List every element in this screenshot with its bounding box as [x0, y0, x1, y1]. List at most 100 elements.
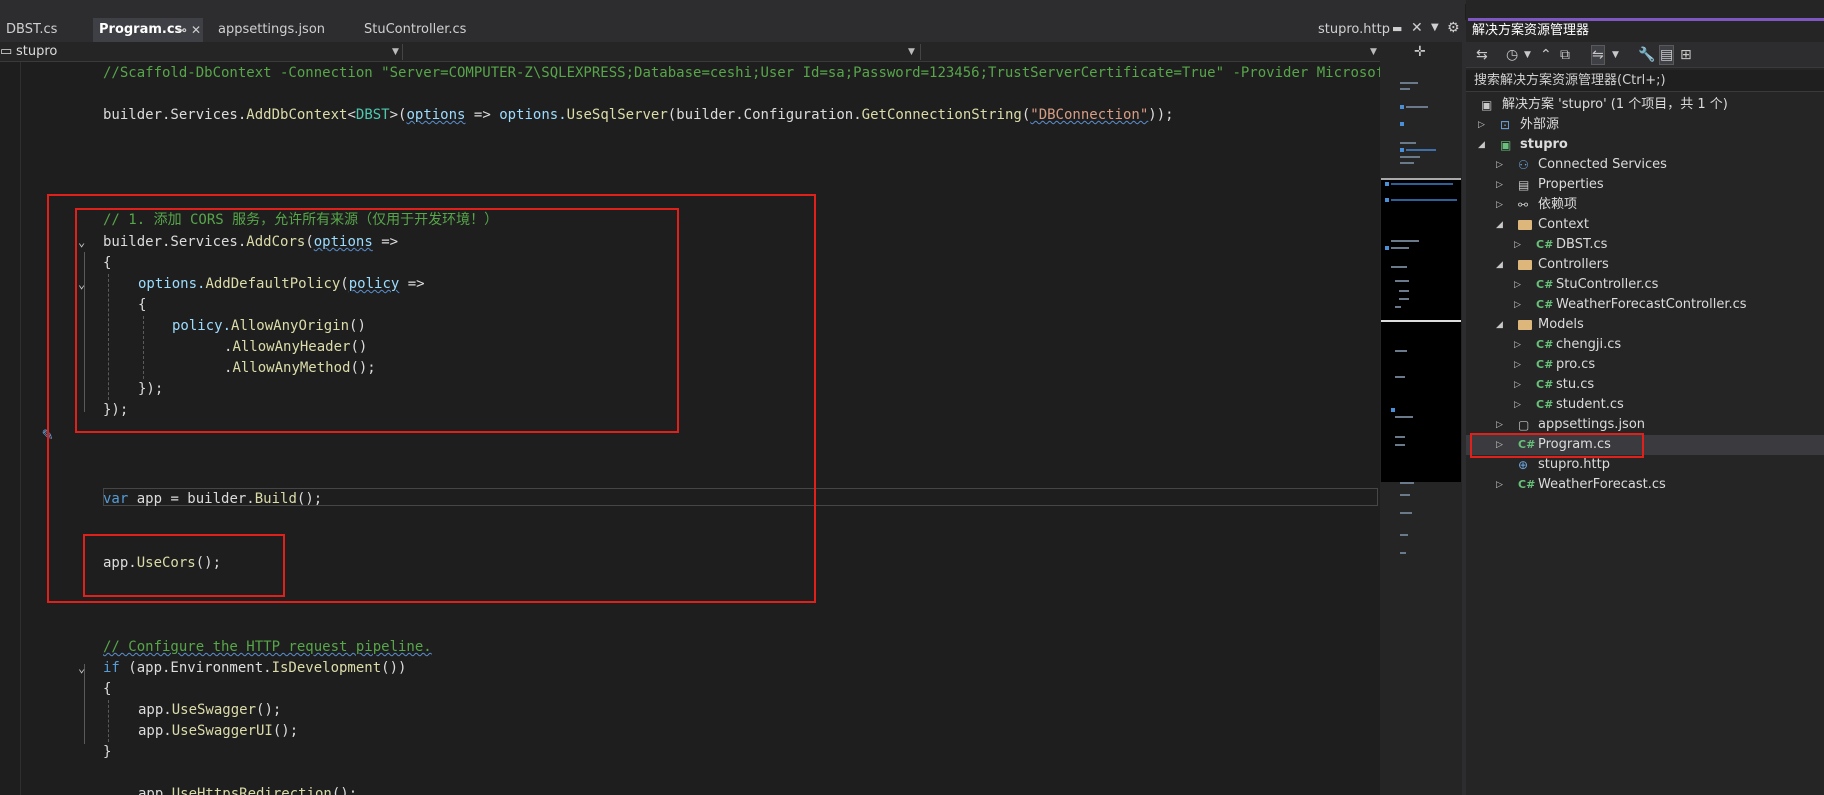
minimap-line [1400, 512, 1412, 514]
expand-triangle-icon[interactable]: ▷ [1514, 235, 1521, 255]
code-line-useswagger: app.UseSwagger(); [138, 702, 282, 718]
tree-item-stucontroller[interactable]: StuController.cs [1556, 275, 1658, 295]
expand-triangle-icon[interactable]: ▷ [1496, 195, 1503, 215]
expand-triangle-icon[interactable]: ▷ [1514, 355, 1521, 375]
minimap-marker [1400, 105, 1404, 109]
tab-dbst[interactable]: DBST.cs [0, 18, 63, 42]
wrench-properties-icon[interactable]: 🔧 [1638, 46, 1655, 64]
chevron-down-icon[interactable]: ▼ [1370, 42, 1377, 62]
tree-item-properties[interactable]: Properties [1538, 175, 1604, 195]
tree-item-stu[interactable]: stu.cs [1556, 375, 1594, 395]
chevron-down-icon[interactable]: ▼ [1524, 46, 1531, 64]
minimap-line [1400, 482, 1414, 484]
split-window-icon[interactable]: ✛ [1414, 44, 1426, 60]
minimap-line [1391, 240, 1419, 242]
pin-icon[interactable]: ⊸ [177, 18, 187, 42]
tree-item-appsettings[interactable]: appsettings.json [1538, 415, 1645, 435]
tab-appsettings[interactable]: appsettings.json [212, 18, 331, 42]
code-line-brace-close-3: } [103, 744, 112, 760]
minimap-marker [1385, 182, 1389, 186]
collapse-triangle-icon[interactable]: ◢ [1496, 255, 1503, 275]
chevron-down-icon[interactable]: ▼ [392, 42, 399, 62]
code-editor[interactable]: //Scaffold-DbContext -Connection "Server… [0, 62, 1380, 795]
preview-selected-icon[interactable]: ▤ [1658, 45, 1675, 65]
csharp-file-icon: C# [1536, 398, 1554, 411]
project-dropdown[interactable]: stupro [16, 42, 57, 62]
tree-item-context-folder[interactable]: Context [1538, 215, 1589, 235]
navigation-bar: ▭ stupro ▼ ▼ ▼ [0, 42, 1380, 62]
fold-chevron-icon[interactable]: ⌄ [78, 658, 85, 678]
document-tab-bar: DBST.cs Program.cs ⊸ ✕ appsettings.json … [0, 4, 1465, 42]
expand-triangle-icon[interactable]: ▷ [1514, 295, 1521, 315]
expand-triangle-icon[interactable]: ▷ [1496, 415, 1503, 435]
tree-item-dbst[interactable]: DBST.cs [1556, 235, 1607, 255]
expand-triangle-icon[interactable]: ▷ [1496, 155, 1503, 175]
minimap-viewport-edge [1381, 320, 1461, 322]
tree-item-controllers-folder[interactable]: Controllers [1538, 255, 1609, 275]
csharp-project-icon: ▣ [1500, 138, 1512, 152]
tree-item-models-folder[interactable]: Models [1538, 315, 1584, 335]
class-diagram-icon[interactable]: ⊞ [1680, 46, 1692, 64]
minimap-line [1395, 376, 1405, 378]
tab-program[interactable]: Program.cs ⊸ ✕ [93, 18, 203, 42]
nav-divider [920, 44, 921, 60]
connected-services-icon: ⚇ [1518, 158, 1529, 172]
settings-gear-icon[interactable]: ⚙ [1447, 20, 1460, 36]
tree-item-connected-services[interactable]: Connected Services [1538, 155, 1667, 175]
expand-triangle-icon[interactable]: ▷ [1514, 335, 1521, 355]
switch-views-icon[interactable]: ⇆ [1476, 46, 1488, 64]
minimap-line [1400, 82, 1418, 84]
external-sources-icon: ⊡ [1500, 118, 1511, 132]
annotation-box-cors-service [75, 208, 679, 433]
json-file-icon: ▢ [1518, 418, 1530, 432]
close-icon[interactable]: ✕ [191, 18, 201, 42]
tree-item-pro[interactable]: pro.cs [1556, 355, 1595, 375]
expand-triangle-icon[interactable]: ▷ [1496, 475, 1503, 495]
pin-tab-icon[interactable]: ▬ [1392, 22, 1402, 35]
minimap-line [1406, 149, 1436, 151]
minimap-marker [1400, 148, 1404, 152]
tree-item-student[interactable]: student.cs [1556, 395, 1624, 415]
tree-item-external-sources[interactable]: 外部源 [1520, 115, 1559, 135]
tree-item-stupro-http[interactable]: stupro.http [1538, 455, 1610, 475]
tree-item-weatherforecastcontroller[interactable]: WeatherForecastController.cs [1556, 295, 1747, 315]
collapse-triangle-icon[interactable]: ◢ [1478, 135, 1485, 155]
tab-stucontroller[interactable]: StuController.cs [358, 18, 472, 42]
minimap-line [1391, 266, 1407, 268]
expand-triangle-icon[interactable]: ▷ [1514, 375, 1521, 395]
tree-item-chengji[interactable]: chengji.cs [1556, 335, 1621, 355]
sync-active-document-icon[interactable]: ⇋ [1591, 45, 1605, 65]
csharp-file-icon: C# [1536, 238, 1554, 251]
minimap-line [1406, 106, 1428, 108]
close-tab-icon[interactable]: ✕ [1411, 20, 1423, 36]
minimap-line [1395, 436, 1405, 438]
minimap-line [1399, 298, 1409, 300]
tree-item-project[interactable]: stupro [1520, 135, 1568, 155]
panel-accent-bar [1468, 18, 1824, 21]
tree-item-solution[interactable]: 解决方案 'stupro' (1 个项目，共 1 个) [1502, 95, 1728, 115]
tab-list-dropdown-icon[interactable]: ▼ [1431, 22, 1439, 33]
copy-icon[interactable]: ⧉ [1560, 46, 1570, 64]
minimap-viewport[interactable] [1381, 178, 1461, 482]
expand-triangle-icon[interactable]: ▷ [1514, 275, 1521, 295]
chevron-down-icon[interactable]: ▼ [908, 42, 915, 62]
minimap-line [1395, 280, 1409, 282]
expand-triangle-icon[interactable]: ▷ [1478, 115, 1485, 135]
expand-triangle-icon[interactable]: ▷ [1514, 395, 1521, 415]
http-file-icon: ⊕ [1518, 458, 1529, 472]
minimap-line [1391, 183, 1453, 185]
collapse-triangle-icon[interactable]: ◢ [1496, 315, 1503, 335]
minimap-line [1400, 142, 1416, 144]
expand-triangle-icon[interactable]: ▷ [1496, 175, 1503, 195]
nav-divider [402, 44, 403, 60]
history-icon[interactable]: ◷ [1506, 46, 1518, 64]
tree-item-dependencies[interactable]: 依赖项 [1538, 195, 1577, 215]
tree-item-weatherforecast[interactable]: WeatherForecast.cs [1538, 475, 1666, 495]
indent-guide [108, 700, 109, 742]
solution-explorer-toolbar: ⇆ ◷ ▼ ⌃ ⧉ ⇋ ▼ 🔧 ▤ ⊞ [1466, 42, 1824, 68]
annotation-box-usecors [83, 534, 285, 597]
chevron-down-icon[interactable]: ▼ [1612, 46, 1619, 64]
collapse-triangle-icon[interactable]: ◢ [1496, 215, 1503, 235]
tab-stupro-http[interactable]: stupro.http [1312, 18, 1396, 42]
collapse-all-icon[interactable]: ⌃ [1540, 46, 1552, 64]
